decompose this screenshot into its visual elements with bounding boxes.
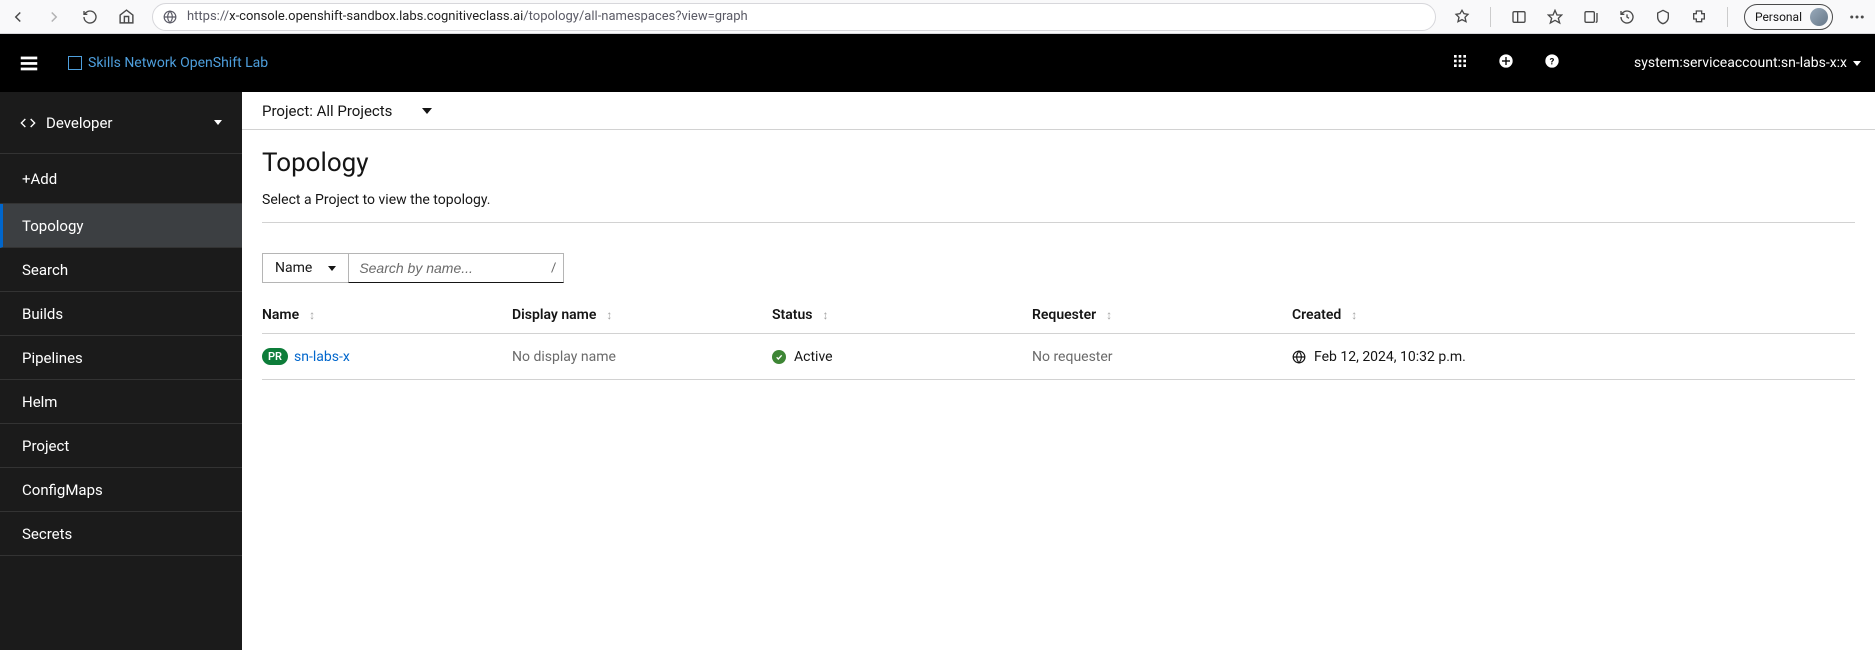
main-panel: Project: All Projects Topology Select a … [242,92,1875,650]
profile-button[interactable]: Personal [1744,4,1833,30]
avatar [1810,8,1828,26]
nav-item-label: Search [22,261,68,279]
home-button[interactable] [114,5,138,29]
col-created[interactable]: Created ↕ [1292,307,1855,323]
shield-icon[interactable] [1651,5,1675,29]
svg-text:?: ? [1550,56,1555,67]
sort-icon: ↕ [1351,308,1357,322]
project-link[interactable]: sn-labs-x [294,349,350,365]
add-icon[interactable] [1498,53,1514,73]
app-header: Skills Network OpenShift Lab ? system:se… [0,34,1875,92]
nav-item-label: +Add [22,170,57,188]
project-selector[interactable]: Project: All Projects [242,92,1875,130]
user-label: system:serviceaccount:sn-labs-x:x [1634,55,1847,71]
sort-icon: ↕ [606,308,612,322]
col-status[interactable]: Status ↕ [772,307,1032,323]
created-cell: Feb 12, 2024, 10:32 p.m. [1292,349,1855,365]
shortcut-hint: / [551,261,556,276]
nav-item[interactable]: Helm [0,380,242,424]
code-icon [20,115,36,131]
caret-down-icon [422,108,432,114]
sort-icon: ↕ [1106,308,1112,322]
nav-item[interactable]: ConfigMaps [0,468,242,512]
user-menu[interactable]: system:serviceaccount:sn-labs-x:x [1634,55,1861,71]
logo-thumb-icon [68,56,82,70]
perspective-switcher[interactable]: Developer [0,92,242,154]
nav-item[interactable]: Secrets [0,512,242,556]
caret-down-icon [1853,61,1861,66]
nav-item[interactable]: Builds [0,292,242,336]
globe-icon [1292,350,1306,364]
history-icon[interactable] [1615,5,1639,29]
forward-button[interactable] [42,5,66,29]
apps-icon[interactable] [1452,53,1468,73]
collections-icon[interactable] [1579,5,1603,29]
nav-item-label: Topology [22,217,83,235]
logo-text: Skills Network OpenShift Lab [88,55,268,71]
nav-item[interactable]: Search [0,248,242,292]
nav-item[interactable]: +Add [0,154,242,204]
check-circle-icon [772,350,786,364]
col-name[interactable]: Name ↕ [262,307,512,323]
nav-item-label: Helm [22,393,57,411]
nav-item-label: Pipelines [22,349,83,367]
display-name-cell: No display name [512,349,772,365]
col-display-name[interactable]: Display name ↕ [512,307,772,323]
project-label: Project: All Projects [262,102,392,120]
extension-icon[interactable] [1450,5,1474,29]
page-description: Select a Project to view the topology. [262,192,1855,208]
globe-icon [163,10,177,24]
sort-icon: ↕ [309,308,315,322]
caret-down-icon [214,120,222,125]
search-input[interactable] [348,253,564,283]
nav-item[interactable]: Topology [0,204,242,248]
nav-item[interactable]: Pipelines [0,336,242,380]
table-row: PR sn-labs-x No display nameActiveNo reque… [262,334,1855,380]
url-bar[interactable]: https://x-console.openshift-sandbox.labs… [152,3,1436,31]
requester-cell: No requester [1032,349,1292,365]
profile-label: Personal [1755,10,1802,24]
app-logo[interactable]: Skills Network OpenShift Lab [68,55,268,71]
browser-chrome: https://x-console.openshift-sandbox.labs… [0,0,1875,34]
nav-item[interactable]: Project [0,424,242,468]
bookmark-icon[interactable] [1543,5,1567,29]
sort-icon: ↕ [822,308,828,322]
menu-button[interactable] [14,48,44,78]
projects-table: Name ↕ Display name ↕ Status ↕ Requester… [242,291,1875,380]
nav-item-label: Builds [22,305,63,323]
filter-type-label: Name [275,260,312,276]
perspective-label: Developer [46,114,204,132]
reload-button[interactable] [78,5,102,29]
filter-type-dropdown[interactable]: Name [262,253,348,283]
more-icon[interactable] [1845,5,1869,29]
sidebar: Developer +Add Topology Search Builds Pipeli… [0,92,242,650]
sidebar-icon[interactable] [1507,5,1531,29]
status-cell: Active [772,349,1032,365]
nav-item-label: ConfigMaps [22,481,103,499]
back-button[interactable] [6,5,30,29]
page-title: Topology [262,148,1855,178]
help-icon[interactable]: ? [1544,53,1560,73]
url-text: https://x-console.openshift-sandbox.labs… [187,9,748,24]
caret-down-icon [328,266,336,271]
nav-item-label: Secrets [22,525,72,543]
puzzle-icon[interactable] [1687,5,1711,29]
nav-item-label: Project [22,437,69,455]
table-head: Name ↕ Display name ↕ Status ↕ Requester… [262,297,1855,334]
project-badge: PR [262,348,288,365]
col-requester[interactable]: Requester ↕ [1032,307,1292,323]
